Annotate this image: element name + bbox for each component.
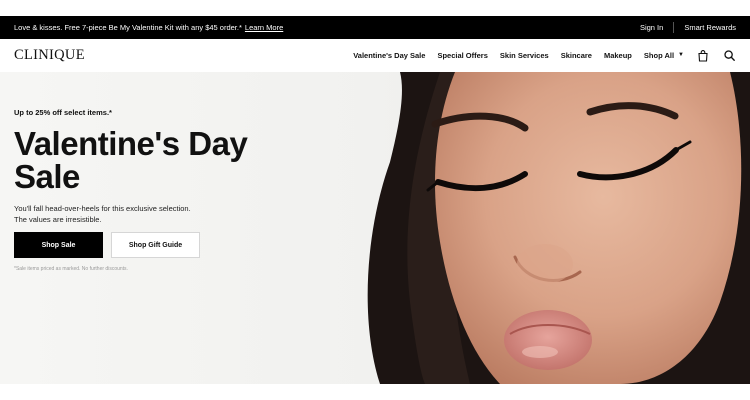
nav-item-skin-services[interactable]: Skin Services bbox=[500, 51, 549, 60]
promo-bar: Love & kisses. Free 7-piece Be My Valent… bbox=[0, 16, 750, 39]
nav-item-special-offers[interactable]: Special Offers bbox=[437, 51, 487, 60]
hero-subtext: You'll fall head-over-heels for this exc… bbox=[14, 203, 314, 225]
nav-item-skincare[interactable]: Skincare bbox=[561, 51, 592, 60]
subtext-line-2: The values are irresistible. bbox=[14, 215, 102, 224]
hero-copy: Up to 25% off select items.* Valentine's… bbox=[14, 108, 314, 272]
shop-gift-guide-button[interactable]: Shop Gift Guide bbox=[111, 232, 200, 258]
hero-banner: Up to 25% off select items.* Valentine's… bbox=[0, 72, 750, 384]
shop-sale-button[interactable]: Shop Sale bbox=[14, 232, 103, 258]
promo-text: Love & kisses. Free 7-piece Be My Valent… bbox=[14, 23, 242, 32]
nav-item-valentines-day-sale[interactable]: Valentine's Day Sale bbox=[353, 51, 425, 60]
shopping-bag-icon[interactable] bbox=[696, 49, 710, 63]
logo[interactable]: CLINIQUE bbox=[14, 47, 85, 64]
search-icon[interactable] bbox=[722, 49, 736, 63]
headline-line-1: Valentine's Day bbox=[14, 125, 248, 162]
headline-line-2: Sale bbox=[14, 158, 80, 195]
smart-rewards-link[interactable]: Smart Rewards bbox=[684, 23, 736, 32]
cta-row: Shop Sale Shop Gift Guide bbox=[14, 232, 314, 258]
site-header: CLINIQUE Valentine's Day Sale Special Of… bbox=[0, 39, 750, 72]
main-nav: Valentine's Day Sale Special Offers Skin… bbox=[353, 49, 736, 63]
divider bbox=[673, 22, 675, 33]
sale-disclaimer: *Sale items priced as marked. No further… bbox=[14, 266, 128, 272]
sign-in-link[interactable]: Sign In bbox=[640, 23, 663, 32]
nav-item-makeup[interactable]: Makeup bbox=[604, 51, 632, 60]
promo-message: Love & kisses. Free 7-piece Be My Valent… bbox=[14, 23, 283, 32]
nav-item-shop-all[interactable]: Shop All ▼ bbox=[644, 51, 684, 60]
chevron-down-icon: ▼ bbox=[678, 51, 684, 58]
hero-headline: Valentine's Day Sale bbox=[14, 127, 314, 193]
learn-more-link[interactable]: Learn More bbox=[245, 23, 283, 32]
subtext-line-1: You'll fall head-over-heels for this exc… bbox=[14, 204, 191, 213]
shop-all-label: Shop All bbox=[643, 51, 675, 60]
hero-eyebrow: Up to 25% off select items.* bbox=[14, 108, 112, 117]
account-links: Sign In Smart Rewards bbox=[640, 22, 736, 33]
